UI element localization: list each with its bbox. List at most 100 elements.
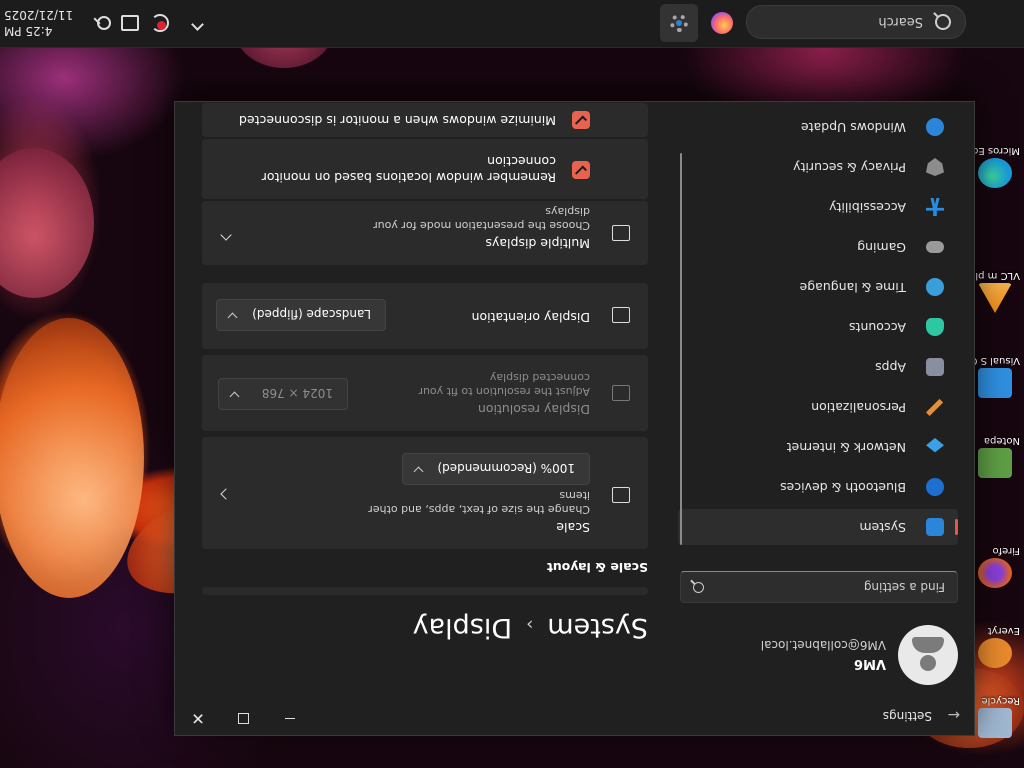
desktop-icon-label: Notepa <box>983 435 1020 446</box>
settings-nav: System Bluetooth & devices Network & int… <box>678 105 958 545</box>
nav-item-apps[interactable]: Apps <box>678 349 958 385</box>
clock-time: 4:25 PM <box>4 24 53 38</box>
nav-label: Accessibility <box>829 200 906 215</box>
nav-label: Accounts <box>849 320 906 335</box>
back-arrow-icon[interactable]: ← <box>944 706 960 724</box>
show-hidden-icons-button[interactable] <box>191 18 204 33</box>
bluetooth-icon <box>926 478 944 496</box>
nav-item-system[interactable]: System <box>678 509 958 545</box>
brush-icon <box>926 398 944 416</box>
minimize-windows-label: Minimize windows when a monitor is disco… <box>238 113 556 128</box>
remember-locations-checkbox[interactable] <box>572 161 590 179</box>
selected-indicator <box>955 519 958 535</box>
find-setting-input[interactable]: Find a setting <box>680 571 958 603</box>
apps-icon <box>926 358 944 376</box>
start-button[interactable] <box>980 11 1004 35</box>
minimize-button[interactable] <box>267 703 313 735</box>
user-email: VM6@collabnet.local <box>760 638 886 652</box>
edge-icon <box>978 158 1012 188</box>
nav-item-personalization[interactable]: Personalization <box>678 389 958 425</box>
minimize-windows-row: Minimize windows when a monitor is disco… <box>202 103 648 137</box>
scale-icon <box>612 487 630 503</box>
breadcrumb-parent[interactable]: System <box>547 612 648 643</box>
desktop-icon-edge[interactable]: Micros Edge <box>970 145 1020 188</box>
nav-item-accounts[interactable]: Accounts <box>678 309 958 345</box>
record-dot-icon <box>157 21 166 30</box>
remember-window-locations-row: Remember window locations based on monit… <box>202 139 648 199</box>
taskbar-settings-app[interactable] <box>660 4 698 42</box>
multiple-displays-card[interactable]: Multiple displays Choose the presentatio… <box>202 201 648 265</box>
orientation-value: Landscape (flipped) <box>252 307 371 321</box>
scale-card[interactable]: Scale Change the size of text, apps, and… <box>202 437 648 549</box>
scale-value: 100% (Recommended) <box>437 461 575 475</box>
remember-locations-label: Remember window locations based on monit… <box>261 154 556 185</box>
nav-label: System <box>859 520 906 535</box>
orientation-dropdown[interactable]: Landscape (flipped) <box>216 299 386 331</box>
nav-item-privacy[interactable]: Privacy & security <box>678 149 958 185</box>
desktop-icon-firefox[interactable]: Firefo <box>970 545 1020 588</box>
volume-tray-icon[interactable] <box>94 13 114 33</box>
minimize-windows-checkbox[interactable] <box>572 111 590 129</box>
everything-search-icon <box>978 638 1012 668</box>
user-profile[interactable]: VM6 VM6@collabnet.local <box>698 625 958 685</box>
chevron-right-icon[interactable] <box>220 488 232 500</box>
multiple-displays-subtitle: Choose the presentation mode for your di… <box>373 205 590 232</box>
scale-subtitle: Change the size of text, apps, and other… <box>368 489 590 516</box>
nav-item-gaming[interactable]: Gaming <box>678 229 958 265</box>
search-icon <box>693 582 704 593</box>
nav-item-windows-update[interactable]: Windows Update <box>678 109 958 145</box>
title-bar: ← Settings ✕ <box>175 695 974 735</box>
close-button[interactable]: ✕ <box>175 703 221 735</box>
desktop-icon-vlc[interactable]: VLC m play <box>970 270 1020 313</box>
maximize-button[interactable] <box>221 703 267 735</box>
globe-clock-icon <box>926 278 944 296</box>
accounts-icon <box>926 318 944 336</box>
nav-label: Personalization <box>811 400 906 415</box>
avatar <box>898 625 958 685</box>
desktop-icon-recycle-bin[interactable]: Recycle <box>970 695 1020 738</box>
scale-dropdown[interactable]: 100% (Recommended) <box>402 453 590 485</box>
nav-item-network[interactable]: Network & internet <box>678 429 958 465</box>
vscode-icon <box>978 368 1012 398</box>
avatar-body <box>912 637 944 653</box>
multiple-displays-title: Multiple displays <box>485 236 590 251</box>
chevron-up-icon <box>191 18 204 31</box>
nav-label: Bluetooth & devices <box>780 480 906 495</box>
close-icon: ✕ <box>191 709 205 729</box>
search-icon <box>935 14 951 30</box>
monitor-icon <box>121 15 139 31</box>
display-orientation-card[interactable]: Display orientation Landscape (flipped) <box>202 283 648 349</box>
display-resolution-card: Display resolution Adjust the resolution… <box>202 355 648 431</box>
nav-label: Time & language <box>799 280 906 295</box>
vlc-cone-icon <box>978 283 1012 313</box>
desktop-icon-vscode[interactable]: Visual S Code <box>970 355 1020 398</box>
network-icon <box>926 438 944 456</box>
chevron-down-icon <box>413 466 424 477</box>
desktop-icon-notepad[interactable]: Notepa <box>970 435 1020 478</box>
taskbar-clock[interactable]: 4:25 PM 11/21/2025 <box>4 7 74 39</box>
minimize-icon <box>285 718 295 720</box>
wallpaper-shape <box>0 318 144 598</box>
desktop-icon-label: Micros Edge <box>970 145 1020 156</box>
nav-item-bluetooth[interactable]: Bluetooth & devices <box>678 469 958 505</box>
scale-title: Scale <box>556 520 590 535</box>
taskbar-search[interactable]: Search <box>746 5 966 39</box>
nav-scrollbar[interactable] <box>680 153 682 545</box>
chevron-up-icon[interactable] <box>220 229 232 241</box>
copilot-icon[interactable] <box>711 12 733 34</box>
accessibility-icon <box>926 198 944 216</box>
desktop-icon-label: Recycle <box>981 695 1021 706</box>
app-title: Settings <box>882 709 932 723</box>
resolution-subtitle: Adjust the resolution to fit your connec… <box>418 371 590 398</box>
network-tray-icon[interactable] <box>120 13 140 33</box>
nav-item-time-language[interactable]: Time & language <box>678 269 958 305</box>
desktop-icon-label: Visual S Code <box>970 355 1020 366</box>
desktop-icon-everything[interactable]: Everyt <box>970 625 1020 668</box>
recording-indicator[interactable] <box>150 13 170 33</box>
orientation-icon <box>612 307 630 323</box>
nav-item-accessibility[interactable]: Accessibility <box>678 189 958 225</box>
update-icon <box>926 118 944 136</box>
speaker-muted-icon <box>97 16 111 30</box>
nav-label: Apps <box>875 360 906 375</box>
section-title: Scale & layout <box>546 560 648 575</box>
